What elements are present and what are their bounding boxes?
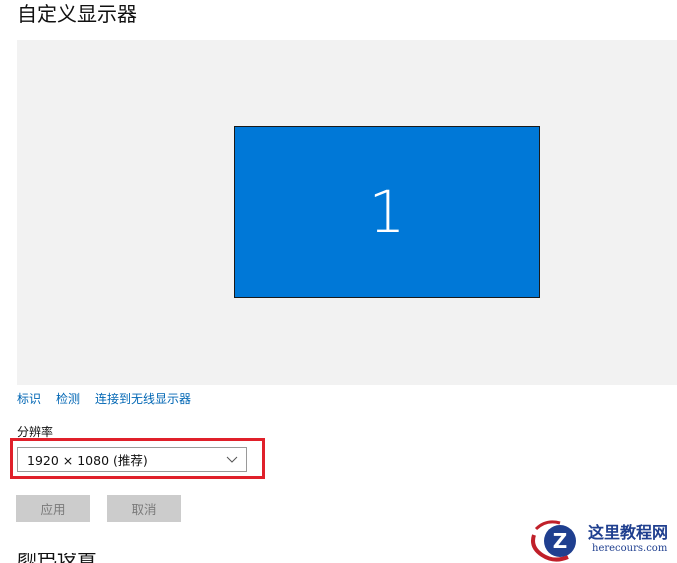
color-settings-heading-text: 颜色设置 <box>17 553 97 563</box>
z-logo-icon: Z <box>531 520 576 562</box>
identify-link[interactable]: 标识 <box>17 391 41 407</box>
watermark-url: herecours.com <box>592 543 668 554</box>
color-settings-heading: 颜色设置 <box>17 553 97 563</box>
display-arrangement-area: 1 <box>17 40 677 385</box>
cancel-button[interactable]: 取消 <box>107 495 181 522</box>
watermark-title: 这里教程网 <box>588 523 669 542</box>
connect-wireless-display-link[interactable]: 连接到无线显示器 <box>95 391 191 407</box>
chevron-down-icon <box>226 456 238 463</box>
svg-text:Z: Z <box>553 529 568 553</box>
resolution-selected-value: 1920 × 1080 (推荐) <box>27 453 148 468</box>
apply-button-label: 应用 <box>40 502 66 517</box>
cancel-button-label: 取消 <box>131 502 157 517</box>
page-title: 自定义显示器 <box>17 2 137 26</box>
monitor-number: 1 <box>368 178 406 246</box>
monitor-tile-1[interactable]: 1 <box>234 126 540 298</box>
watermark: Z 这里教程网 herecours.com <box>528 517 677 563</box>
detect-link[interactable]: 检测 <box>56 391 80 407</box>
apply-button[interactable]: 应用 <box>16 495 90 522</box>
resolution-dropdown[interactable]: 1920 × 1080 (推荐) <box>17 447 247 472</box>
display-links: 标识 检测 连接到无线显示器 <box>17 391 191 407</box>
